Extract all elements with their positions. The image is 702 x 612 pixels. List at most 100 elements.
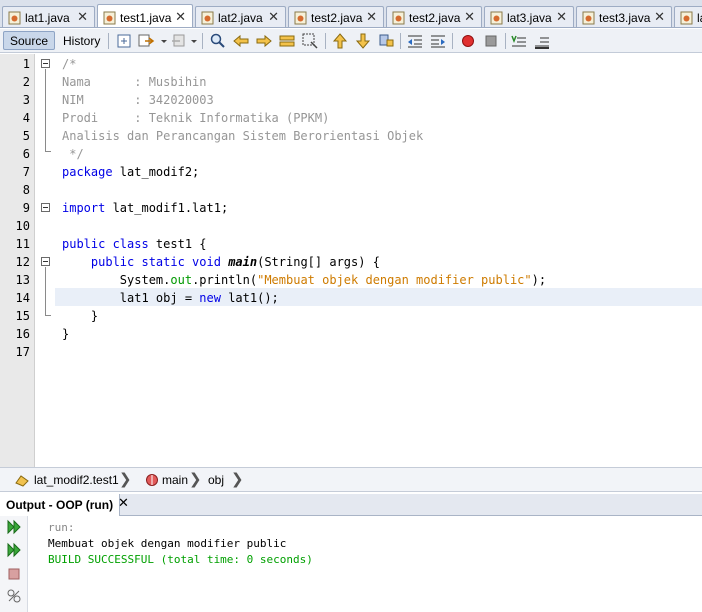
output-line-run: run: <box>48 521 75 534</box>
find-icon[interactable] <box>209 32 227 50</box>
shift-left-icon[interactable] <box>406 32 424 50</box>
toolbar-separator <box>325 33 326 49</box>
comment-icon[interactable] <box>510 32 528 50</box>
fold-toggle-main-method[interactable] <box>41 257 50 266</box>
tab-test2-java-2[interactable]: test2.java ✕ <box>386 6 482 27</box>
method-name: main <box>228 255 258 269</box>
breadcrumb: lat_modif2.test1 ❯ main ❯ obj ❯ <box>0 467 702 492</box>
find-next-icon[interactable] <box>255 32 273 50</box>
chevron-down-icon[interactable] <box>160 32 168 50</box>
method-icon <box>146 474 158 486</box>
breadcrumb-variable[interactable]: obj <box>208 473 224 487</box>
close-icon[interactable]: ✕ <box>77 10 88 25</box>
next-bookmark-icon[interactable] <box>354 32 372 50</box>
fold-end <box>45 151 51 152</box>
line-number: 13 <box>15 273 30 287</box>
java-file-icon <box>680 11 693 25</box>
chevron-right-icon: ❯ <box>189 470 202 488</box>
breadcrumb-method[interactable]: main <box>162 473 188 487</box>
shift-right-icon[interactable] <box>429 32 447 50</box>
line-number: 16 <box>15 327 30 341</box>
close-icon[interactable]: ✕ <box>464 10 475 25</box>
output-line-build: BUILD SUCCESSFUL (total time: 0 seconds) <box>48 553 313 566</box>
toggle-highlight-icon[interactable] <box>278 32 296 50</box>
uncomment-icon[interactable] <box>533 32 551 50</box>
fold-end <box>45 315 51 316</box>
code-line-3: NIM : 342020003 <box>62 93 214 107</box>
code-line-6: */ <box>62 147 84 161</box>
editor-toolbar: Source History <box>0 29 702 53</box>
previous-bookmark-icon[interactable] <box>331 32 349 50</box>
tab-label: lat2.java <box>218 11 263 25</box>
close-icon[interactable]: ✕ <box>366 10 377 25</box>
stop-macro-icon[interactable] <box>482 32 500 50</box>
line-number: 14 <box>15 291 30 305</box>
tab-label: lat1.java <box>25 11 70 25</box>
java-file-icon <box>582 11 595 25</box>
close-icon[interactable]: ✕ <box>118 496 129 511</box>
rerun-icon[interactable] <box>6 519 22 535</box>
close-icon[interactable]: ✕ <box>268 10 279 25</box>
method-params: (String[] args) { <box>257 255 380 269</box>
fold-toggle-comment[interactable] <box>41 59 50 68</box>
settings-icon[interactable] <box>6 588 22 604</box>
tab-test2-java[interactable]: test2.java ✕ <box>288 6 384 27</box>
line-number: 6 <box>22 147 30 161</box>
import-path: lat_modif1.lat1; <box>105 201 229 215</box>
start-macro-icon[interactable] <box>459 32 477 50</box>
chevron-right-icon: ❯ <box>119 470 132 488</box>
line-number: 1 <box>22 57 30 71</box>
java-file-icon <box>294 11 307 25</box>
tab-label: test2.java <box>311 11 363 25</box>
rerun-with-params-icon[interactable] <box>6 542 22 558</box>
tab-lat1-java[interactable]: lat1.java ✕ <box>2 6 95 27</box>
chevron-down-icon[interactable] <box>190 32 198 50</box>
line-number: 4 <box>22 111 30 125</box>
toolbar-separator <box>452 33 453 49</box>
code-line-1: /* <box>62 57 77 71</box>
line-number: 17 <box>15 345 30 359</box>
constructor-call: lat1(); <box>220 291 279 305</box>
stop-icon[interactable] <box>6 566 22 582</box>
output-tab[interactable]: Output - OOP (run) <box>0 494 121 516</box>
keyword-import: import <box>62 201 106 215</box>
tab-lat2-java[interactable]: lat2.java ✕ <box>195 6 286 27</box>
close-icon[interactable]: ✕ <box>556 10 567 25</box>
back-icon[interactable] <box>137 32 155 50</box>
close-icon[interactable]: ✕ <box>175 10 186 25</box>
last-edit-icon[interactable] <box>115 32 133 50</box>
class-declaration: test1 { <box>148 237 207 251</box>
forward-icon[interactable] <box>170 32 188 50</box>
variable-declaration: lat1 obj = <box>62 291 200 305</box>
toolbar-separator <box>202 33 203 49</box>
fold-toggle-import[interactable] <box>41 203 50 212</box>
tab-label: lat <box>697 11 702 25</box>
source-button[interactable]: Source <box>3 31 56 50</box>
tab-label: lat3.java <box>507 11 552 25</box>
code-line-16: } <box>62 327 70 341</box>
java-file-icon <box>201 11 214 25</box>
tab-test1-java[interactable]: test1.java ✕ <box>97 4 193 27</box>
code-fold-column <box>36 54 54 467</box>
code-line-7: package lat_modif2; <box>62 163 199 181</box>
toggle-bookmark-icon[interactable] <box>377 32 395 50</box>
keyword-package: package <box>62 165 113 179</box>
code-line-2: Nama : Musbihin <box>62 75 207 89</box>
find-previous-icon[interactable] <box>232 32 250 50</box>
output-window-header: Output - OOP (run) ✕ <box>0 494 702 516</box>
select-icon[interactable] <box>301 32 319 50</box>
line-number: 5 <box>22 129 30 143</box>
tab-label: test3.java <box>599 11 651 25</box>
breadcrumb-class[interactable]: lat_modif2.test1 <box>34 473 119 487</box>
output-tab-label: Output - OOP (run) <box>6 498 114 512</box>
tab-lat3-java[interactable]: lat3.java ✕ <box>484 6 574 27</box>
code-editor[interactable]: 1 2 3 4 5 6 7 8 9 10 11 12 13 14 15 16 1… <box>0 54 702 467</box>
tab-test3-java[interactable]: test3.java ✕ <box>576 6 672 27</box>
line-number: 10 <box>15 219 30 233</box>
code-line-15: } <box>62 309 99 323</box>
tab-lat-partial[interactable]: lat <box>674 6 702 27</box>
toolbar-separator <box>400 33 401 49</box>
close-icon[interactable]: ✕ <box>654 10 665 25</box>
history-button[interactable]: History <box>56 31 107 50</box>
